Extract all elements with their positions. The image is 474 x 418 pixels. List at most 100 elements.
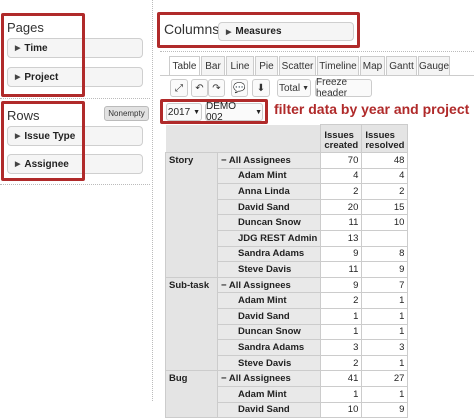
assignee-cell[interactable]: Adam Mint [216,167,322,185]
assignee-cell[interactable]: Sandra Adams [216,245,322,263]
value-cell-created: 11 [320,261,363,278]
value-cell-resolved: 2 [361,183,409,200]
value-cell-resolved: 1 [361,323,409,341]
value-cell-created: 2 [320,292,363,309]
tab-timeline[interactable]: Timeline [317,56,359,75]
assignee-cell[interactable]: Sandra Adams [216,339,322,356]
value-cell-resolved: 48 [361,152,409,169]
assignee-label: David Sand [238,201,290,213]
assignee-cell[interactable]: David Sand [216,401,322,418]
value-cell-created: 2 [320,354,363,372]
assignee-cell[interactable]: JDG REST Admin [216,229,322,247]
tab-scatter[interactable]: Scatter [279,56,316,75]
freeze-header-button[interactable]: Freeze header [315,77,372,99]
value-cell-resolved: 4 [361,167,409,185]
assignee-label: Adam Mint [238,388,287,400]
rows-highlight-box [1,101,85,181]
table-header-row: Issues created Issues resolved [165,124,409,153]
assignee-label: David Sand [238,310,290,322]
divider [0,184,150,185]
assignee-label: All Assignees [228,279,291,291]
assignee-cell[interactable]: Adam Mint [216,292,322,309]
table-corner [165,124,321,153]
pivot-table: Issues created Issues resolved Story − All … [165,124,409,418]
columns-highlight-box [157,12,360,48]
tab-bar[interactable]: Bar [201,56,225,75]
value-cell-resolved: 8 [361,245,409,263]
value-cell-resolved [361,229,409,247]
expand-icon[interactable]: ⤢ [170,79,188,97]
download-icon[interactable]: ⬇ [252,79,270,97]
divider [0,98,150,99]
all-assignees-cell[interactable]: − All Assignees [216,152,322,169]
value-cell-created: 41 [320,370,363,387]
divider [160,51,474,52]
value-cell-created: 9 [320,276,363,294]
issue-type-cell[interactable]: Story [165,152,218,278]
value-cell-created: 3 [320,339,363,356]
tab-gauge[interactable]: Gauge [418,56,450,75]
assignee-label: Duncan Snow [238,217,301,229]
undo-icon[interactable]: ↶ [191,79,208,97]
column-header[interactable]: Issues created [320,124,363,153]
issue-type-cell[interactable]: Sub-task [165,276,218,372]
table-row: Story − All Assignees 70 48 [165,152,409,278]
assignee-label: JDG REST Admin [238,232,318,244]
value-cell-created: 10 [320,401,363,418]
value-cell-resolved: 9 [361,261,409,278]
column-header[interactable]: Issues resolved [361,124,409,153]
assignee-label: Anna Linda [238,185,290,197]
filters-highlight-box [160,99,268,124]
value-cell-resolved: 1 [361,354,409,372]
assignee-label: Steve Davis [238,263,292,275]
assignee-cell[interactable]: Duncan Snow [216,214,322,231]
assignee-label: Steve Davis [238,357,292,369]
value-cell-resolved: 27 [361,370,409,387]
assignee-cell[interactable]: David Sand [216,198,322,216]
total-label: Total [278,82,301,94]
assignee-label: Sandra Adams [238,248,305,260]
value-cell-resolved: 1 [361,385,409,403]
tab-line[interactable]: Line [226,56,254,75]
all-assignees-cell[interactable]: − All Assignees [216,276,322,294]
assignee-cell[interactable]: Duncan Snow [216,323,322,341]
value-cell-created: 2 [320,183,363,200]
table-row: Bug − All Assignees 41 27 [165,370,409,418]
value-cell-resolved: 3 [361,339,409,356]
value-cell-created: 4 [320,167,363,185]
nonempty-button[interactable]: Nonempty [104,106,149,121]
assignee-label: Adam Mint [238,170,287,182]
issue-type-cell[interactable]: Bug [165,370,218,418]
table-row: Sub-task − All Assignees 9 7 [165,276,409,372]
divider [152,0,153,401]
assignee-label: Duncan Snow [238,326,301,338]
value-cell-resolved: 9 [361,401,409,418]
tab-table[interactable]: Table [169,56,200,76]
collapse-icon[interactable]: − [221,155,229,166]
redo-icon[interactable]: ↷ [208,79,225,97]
value-cell-created: 13 [320,229,363,247]
all-assignees-cell[interactable]: − All Assignees [216,370,322,387]
assignee-label: Sandra Adams [238,341,305,353]
comment-icon[interactable]: 💬 [231,79,248,97]
assignee-cell[interactable]: Steve Davis [216,354,322,372]
tab-map[interactable]: Map [360,56,385,75]
collapse-icon[interactable]: − [221,280,229,291]
assignee-cell[interactable]: Steve Davis [216,261,322,278]
value-cell-created: 11 [320,214,363,231]
value-cell-created: 9 [320,245,363,263]
tab-gantt[interactable]: Gantt [386,56,417,75]
assignee-label: Adam Mint [238,295,287,307]
assignee-label: All Assignees [228,154,291,166]
total-dropdown[interactable]: Total ▼ [277,79,311,97]
value-cell-resolved: 1 [361,307,409,325]
assignee-cell[interactable]: Adam Mint [216,385,322,403]
assignee-cell[interactable]: David Sand [216,307,322,325]
caret-down-icon: ▼ [302,84,310,92]
value-cell-resolved: 7 [361,276,409,294]
value-cell-resolved: 1 [361,292,409,309]
assignee-cell[interactable]: Anna Linda [216,183,322,200]
value-cell-created: 20 [320,198,363,216]
collapse-icon[interactable]: − [221,373,229,384]
tab-pie[interactable]: Pie [255,56,278,75]
